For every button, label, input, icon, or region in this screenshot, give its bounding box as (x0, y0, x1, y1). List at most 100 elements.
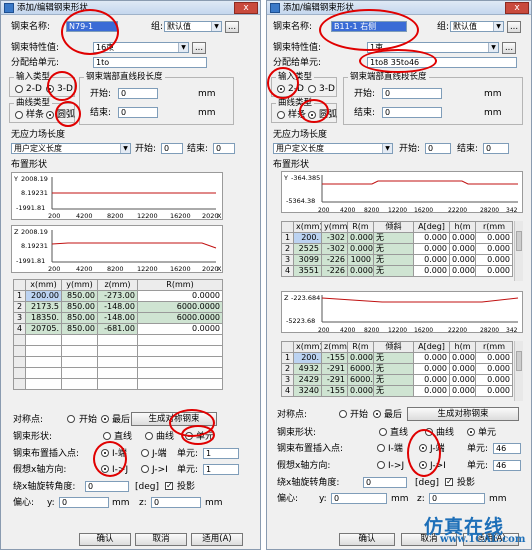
group-more-button[interactable]: ... (225, 21, 239, 33)
radio-element[interactable] (185, 432, 193, 440)
plot-y-axis-label: Y (283, 174, 288, 182)
radio-i-end[interactable] (377, 444, 385, 452)
radio-i-end[interactable] (101, 449, 109, 457)
stress-free-select[interactable]: 用户定义长度 ▼ (11, 143, 131, 154)
stress-end-input[interactable]: 0 (213, 143, 235, 154)
table-row-empty[interactable] (13, 367, 223, 379)
radio-2d[interactable] (277, 85, 285, 93)
table-row[interactable]: 1 200. -302 0.000 无 0.000 0.000 0.000 (281, 232, 513, 244)
table-row[interactable]: 1 200.00 850.00 -273.00 0.0000 (13, 290, 223, 302)
group-more-button[interactable]: ... (507, 21, 521, 33)
table-row[interactable]: 3 18350. 850.00 -148.00 6000.0000 (13, 312, 223, 324)
x-dir-unit-input[interactable]: 1 (203, 464, 239, 475)
right-title: 添加/编辑钢束形状 (283, 3, 354, 13)
radio-arc[interactable] (308, 111, 316, 119)
radio-element[interactable] (467, 428, 475, 436)
table-row-empty[interactable] (13, 356, 223, 368)
table-row[interactable]: 2 4932 -291 6000. 无 0.000 0.000 0.000 (281, 363, 513, 375)
tendon-name-input[interactable]: B11-1 右侧 (331, 21, 407, 32)
plot-y-tick: -5364.38 (286, 197, 315, 205)
radio-i-to-j[interactable] (377, 461, 385, 469)
insert-unit-input[interactable]: 46 (493, 443, 521, 454)
offset-z-input[interactable]: 0 (151, 497, 201, 508)
generate-symmetric-button[interactable]: 生成对称钢束 (407, 407, 519, 421)
end-straight-end-input[interactable]: 0 (382, 107, 442, 118)
projection-checkbox[interactable]: ✓ (165, 482, 173, 490)
stress-free-select[interactable]: 用户定义长度 ▼ (273, 143, 393, 154)
table-row[interactable]: 4 3551 -226 0.000 无 0.000 0.000 0.000 (281, 265, 513, 277)
table-row-empty[interactable] (13, 334, 223, 346)
group-select[interactable]: 默认值 ▼ (164, 21, 222, 32)
radio-j-to-i[interactable] (141, 465, 149, 473)
assign-element-input[interactable]: 1to (93, 57, 207, 68)
table-row[interactable]: 1 200. -155 0.000 无 0.000 0.000 0.000 (281, 352, 513, 364)
close-button[interactable]: x (234, 2, 258, 14)
radio-j-end[interactable] (419, 444, 427, 452)
radio-arc[interactable] (46, 111, 54, 119)
plot-x-tick: 12200 (388, 327, 407, 334)
offset-y-input[interactable]: 0 (331, 493, 387, 504)
assign-element-input[interactable]: 1to8 35to46 (367, 57, 517, 68)
table-row[interactable]: 2 2525 -302 0.000 无 0.000 0.000 0.000 (281, 243, 513, 255)
radio-curve[interactable] (425, 428, 433, 436)
plot-x-tick: 28200 (480, 207, 499, 214)
radio-i-to-j[interactable] (101, 465, 109, 473)
end-straight-start-input[interactable]: 0 (118, 88, 158, 99)
x-dir-unit-input[interactable]: 46 (493, 460, 521, 471)
offset-z-input[interactable]: 0 (429, 493, 485, 504)
plot-z: Z 2008.19 8.19231 -1991.81 200 4200 8200… (11, 225, 223, 273)
group-select[interactable]: 默认值 ▼ (450, 21, 504, 32)
tendon-name-input[interactable]: N79-1 (66, 21, 118, 32)
radio-j-to-i[interactable] (419, 461, 427, 469)
table-scrollbar[interactable] (514, 221, 523, 281)
stress-end-input[interactable]: 0 (483, 143, 509, 154)
table-row[interactable]: 4 20705. 850.00 -681.00 0.0000 (13, 323, 223, 335)
radio-spline[interactable] (15, 111, 23, 119)
table-row-empty[interactable] (13, 378, 223, 390)
tendon-property-select[interactable]: 1束 ▼ (367, 42, 499, 53)
right-y-table[interactable]: x(mm) y(mm) R(m 倾斜 A[deg] h(m r(mm 1 200… (281, 221, 513, 277)
table-row-empty[interactable] (13, 345, 223, 357)
plot-x-tick: 200 (318, 207, 330, 214)
tendon-property-select[interactable]: 16束 ▼ (93, 42, 189, 53)
table-row[interactable]: 2 2173.5 850.00 -148.00 6000.0000 (13, 301, 223, 313)
end-straight-end-input[interactable]: 0 (118, 107, 158, 118)
property-more-button[interactable]: ... (192, 42, 206, 54)
radio-sym-start[interactable] (339, 410, 347, 418)
end-straight-start-input[interactable]: 0 (382, 88, 442, 99)
ok-button[interactable]: 确认 (339, 533, 395, 546)
radio-straight[interactable] (103, 432, 111, 440)
offset-y-input[interactable]: 0 (59, 497, 109, 508)
insert-point-label: 钢束布置插入点: (13, 449, 80, 459)
radio-curve[interactable] (145, 432, 153, 440)
rotation-angle-input[interactable]: 0 (363, 477, 407, 488)
end-straight-group: 钢束端部直线段长度 开始: 0 mm 结束: 0 mm (79, 73, 234, 125)
generate-symmetric-button[interactable]: 生成对称钢束 (131, 412, 217, 426)
radio-3d[interactable] (46, 85, 54, 93)
radio-spline[interactable] (277, 111, 285, 119)
stress-start-input[interactable]: 0 (161, 143, 183, 154)
stress-start-input[interactable]: 0 (425, 143, 451, 154)
right-z-table[interactable]: x(mm) z(mm) R(m 倾斜 A[deg] h(m r(mm 1 200… (281, 341, 513, 397)
radio-3d[interactable] (308, 85, 316, 93)
table-scrollbar[interactable] (514, 341, 523, 401)
table-row[interactable]: 4 3240 -155 0.000 无 0.000 0.000 0.000 (281, 385, 513, 397)
apply-button[interactable]: 适用(A) (191, 533, 243, 546)
table-header-row: x(mm) z(mm) R(m 倾斜 A[deg] h(m r(mm (281, 341, 513, 353)
left-point-table[interactable]: x(mm) y(mm) z(mm) R(mm) 1 200.00 850.00 … (13, 279, 223, 390)
ok-button[interactable]: 确认 (79, 533, 131, 546)
rotation-angle-input[interactable]: 0 (85, 481, 129, 492)
cancel-button[interactable]: 取消 (135, 533, 187, 546)
radio-sym-last[interactable] (373, 410, 381, 418)
radio-sym-last[interactable] (101, 415, 109, 423)
radio-j-end[interactable] (141, 449, 149, 457)
radio-sym-start[interactable] (67, 415, 75, 423)
table-row[interactable]: 3 3099 -226 1000 无 0.000 0.000 0.000 (281, 254, 513, 266)
property-more-button[interactable]: ... (502, 42, 516, 54)
table-row[interactable]: 3 2429 -291 6000. 无 0.000 0.000 0.000 (281, 374, 513, 386)
close-button[interactable]: x (505, 2, 529, 14)
projection-checkbox[interactable]: ✓ (445, 478, 453, 486)
insert-unit-input[interactable]: 1 (203, 448, 239, 459)
radio-2d[interactable] (15, 85, 23, 93)
radio-straight[interactable] (379, 428, 387, 436)
